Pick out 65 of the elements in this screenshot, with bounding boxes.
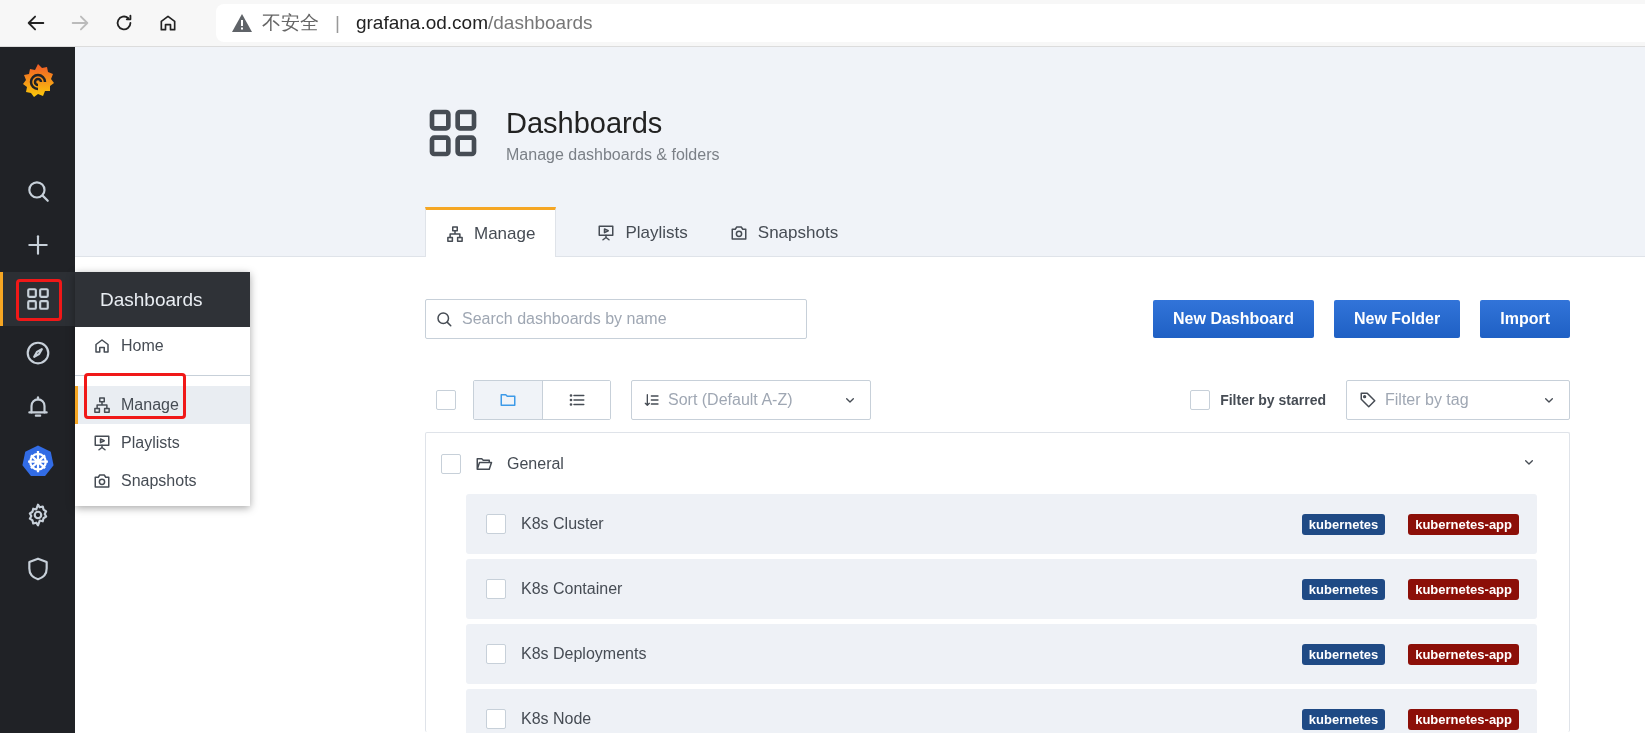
url-path: /dashboards (487, 12, 593, 34)
annotation-box (16, 279, 62, 321)
row-checkbox[interactable] (486, 579, 506, 599)
url-host: grafana.od.com (355, 12, 488, 34)
tag-label[interactable]: kubernetes (1301, 643, 1386, 665)
action-button[interactable]: Import (1480, 300, 1570, 338)
folder-icon (475, 455, 493, 473)
url-separator: | (335, 12, 340, 34)
tag-label[interactable]: kubernetes (1301, 578, 1386, 600)
starred-label: Filter by starred (1220, 392, 1326, 408)
house-icon (158, 13, 178, 33)
presentation-icon (93, 434, 111, 452)
tag-label[interactable]: kubernetes-app (1408, 708, 1519, 730)
dashboard-title: K8s Deployments (521, 645, 648, 663)
camera-icon (93, 472, 111, 490)
tag-label[interactable]: kubernetes-app (1408, 578, 1519, 600)
tag-label[interactable]: kubernetes-app (1408, 513, 1519, 535)
view-toggle[interactable] (473, 380, 611, 420)
folder-name[interactable]: General (507, 455, 1507, 473)
tag-label[interactable]: kubernetes (1301, 708, 1386, 730)
warning-icon (232, 14, 252, 32)
tab[interactable]: Manage (425, 207, 557, 257)
search-icon (435, 310, 453, 328)
page-subtitle: Manage dashboards & folders (506, 146, 720, 164)
tab[interactable]: Snapshots (708, 207, 860, 257)
list-icon (567, 391, 586, 409)
dashboard-title: K8s Cluster (521, 515, 605, 533)
grid-icon (24, 286, 51, 312)
row-checkbox[interactable] (486, 514, 506, 534)
dashboard-title: K8s Node (521, 710, 593, 728)
folder-checkbox[interactable] (441, 454, 461, 474)
action-button[interactable]: New Folder (1334, 300, 1461, 338)
menu-item[interactable]: Manage (75, 386, 250, 424)
tag-icon (1359, 391, 1377, 409)
sort-icon (644, 392, 660, 408)
tab[interactable]: Playlists (576, 207, 709, 257)
security-warning: 不安全 (262, 11, 319, 35)
address-bar[interactable]: 不安全 | grafana.od.com/dashboards (216, 4, 1645, 42)
page-title: Dashboards (506, 107, 664, 140)
menu-item[interactable]: Snapshots (75, 462, 250, 500)
house-icon (93, 337, 111, 355)
menu-title: Dashboards (75, 272, 250, 327)
sitemap-icon (446, 224, 464, 243)
action-button[interactable]: New Dashboard (1153, 300, 1314, 338)
starred-checkbox[interactable] (1190, 390, 1211, 410)
dashboard-row[interactable]: K8s Cluster kubernetes kubernetes-app (466, 494, 1537, 554)
tag-label[interactable]: kubernetes-app (1408, 643, 1519, 665)
compass-icon (24, 340, 51, 366)
dashboard-row[interactable]: K8s Node kubernetes kubernetes-app (466, 689, 1537, 733)
sitemap-icon (93, 396, 111, 414)
menu-item[interactable]: Home (75, 327, 250, 365)
dashboard-row[interactable]: K8s Deployments kubernetes kubernetes-app (466, 624, 1537, 684)
camera-icon (729, 223, 748, 242)
search-field[interactable]: Search dashboards by name (425, 299, 807, 339)
folder-icon (499, 391, 517, 409)
dashboard-title: K8s Container (521, 580, 624, 598)
tag-label[interactable]: kubernetes (1301, 513, 1386, 535)
select-all-checkbox[interactable] (436, 390, 456, 410)
view-mode-button[interactable] (542, 381, 610, 419)
menu-item[interactable]: Playlists (75, 424, 250, 462)
presentation-icon (597, 223, 616, 242)
row-checkbox[interactable] (486, 644, 506, 664)
row-checkbox[interactable] (486, 709, 506, 729)
dashboard-row[interactable]: K8s Container kubernetes kubernetes-app (466, 559, 1537, 619)
helm-wheel-icon (20, 444, 55, 478)
